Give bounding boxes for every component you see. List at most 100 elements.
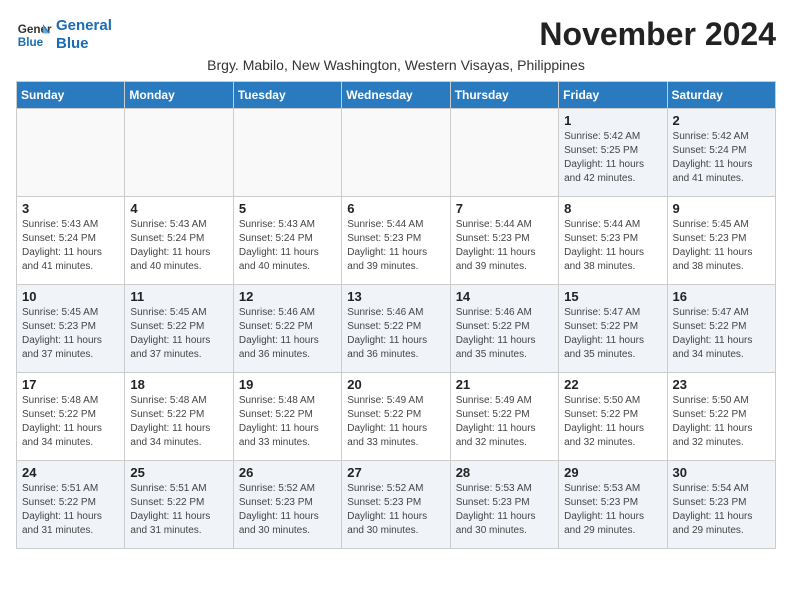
day-number: 4 (130, 201, 227, 216)
calendar-cell: 4 Sunrise: 5:43 AM Sunset: 5:24 PM Daylig… (125, 197, 233, 285)
day-info: Sunrise: 5:53 AM Sunset: 5:23 PM Dayligh… (456, 482, 553, 538)
day-info: Sunrise: 5:45 AM Sunset: 5:22 PM Dayligh… (130, 306, 227, 362)
day-number: 5 (239, 201, 336, 216)
calendar-cell: 23 Sunrise: 5:50 AM Sunset: 5:22 PM Dayli… (667, 373, 775, 461)
day-info: Sunrise: 5:46 AM Sunset: 5:22 PM Dayligh… (239, 306, 336, 362)
day-header-thursday: Thursday (450, 82, 558, 109)
calendar-week-2: 3 Sunrise: 5:43 AM Sunset: 5:24 PM Daylig… (17, 197, 776, 285)
calendar-cell: 16 Sunrise: 5:47 AM Sunset: 5:22 PM Dayli… (667, 285, 775, 373)
day-info: Sunrise: 5:47 AM Sunset: 5:22 PM Dayligh… (564, 306, 661, 362)
day-info: Sunrise: 5:52 AM Sunset: 5:23 PM Dayligh… (239, 482, 336, 538)
day-info: Sunrise: 5:42 AM Sunset: 5:24 PM Dayligh… (673, 130, 770, 186)
day-number: 13 (347, 289, 444, 304)
day-number: 12 (239, 289, 336, 304)
day-header-sunday: Sunday (17, 82, 125, 109)
day-number: 11 (130, 289, 227, 304)
calendar-cell (450, 109, 558, 197)
day-number: 27 (347, 465, 444, 480)
day-info: Sunrise: 5:47 AM Sunset: 5:22 PM Dayligh… (673, 306, 770, 362)
day-number: 3 (22, 201, 119, 216)
day-info: Sunrise: 5:44 AM Sunset: 5:23 PM Dayligh… (347, 218, 444, 274)
day-number: 9 (673, 201, 770, 216)
calendar-cell: 19Sunrise: 5:48 AM Sunset: 5:22 PM Dayli… (233, 373, 341, 461)
day-number: 25 (130, 465, 227, 480)
day-info: Sunrise: 5:51 AM Sunset: 5:22 PM Dayligh… (22, 482, 119, 538)
day-number: 16 (673, 289, 770, 304)
calendar-cell: 11 Sunrise: 5:45 AM Sunset: 5:22 PM Dayli… (125, 285, 233, 373)
day-header-wednesday: Wednesday (342, 82, 450, 109)
day-number: 14 (456, 289, 553, 304)
day-number: 29 (564, 465, 661, 480)
calendar-cell: 30 Sunrise: 5:54 AM Sunset: 5:23 PM Dayli… (667, 461, 775, 549)
calendar-cell: 28Sunrise: 5:53 AM Sunset: 5:23 PM Dayli… (450, 461, 558, 549)
day-header-saturday: Saturday (667, 82, 775, 109)
calendar-cell: 1Sunrise: 5:42 AM Sunset: 5:25 PM Daylig… (559, 109, 667, 197)
calendar-cell: 13 Sunrise: 5:46 AM Sunset: 5:22 PM Dayli… (342, 285, 450, 373)
logo-icon: General Blue (16, 17, 52, 53)
day-info: Sunrise: 5:50 AM Sunset: 5:22 PM Dayligh… (673, 394, 770, 450)
day-info: Sunrise: 5:44 AM Sunset: 5:23 PM Dayligh… (564, 218, 661, 274)
subtitle: Brgy. Mabilo, New Washington, Western Vi… (16, 57, 776, 73)
day-info: Sunrise: 5:53 AM Sunset: 5:23 PM Dayligh… (564, 482, 661, 538)
calendar-cell: 26 Sunrise: 5:52 AM Sunset: 5:23 PM Dayli… (233, 461, 341, 549)
day-info: Sunrise: 5:43 AM Sunset: 5:24 PM Dayligh… (22, 218, 119, 274)
day-info: Sunrise: 5:49 AM Sunset: 5:22 PM Dayligh… (456, 394, 553, 450)
calendar-week-1: 1Sunrise: 5:42 AM Sunset: 5:25 PM Daylig… (17, 109, 776, 197)
calendar-cell: 25 Sunrise: 5:51 AM Sunset: 5:22 PM Dayli… (125, 461, 233, 549)
calendar-cell: 15 Sunrise: 5:47 AM Sunset: 5:22 PM Dayli… (559, 285, 667, 373)
day-number: 17 (22, 377, 119, 392)
day-info: Sunrise: 5:44 AM Sunset: 5:23 PM Dayligh… (456, 218, 553, 274)
calendar-cell: 27 Sunrise: 5:52 AM Sunset: 5:23 PM Dayli… (342, 461, 450, 549)
day-info: Sunrise: 5:50 AM Sunset: 5:22 PM Dayligh… (564, 394, 661, 450)
calendar-cell: 14 Sunrise: 5:46 AM Sunset: 5:22 PM Dayli… (450, 285, 558, 373)
day-info: Sunrise: 5:43 AM Sunset: 5:24 PM Dayligh… (130, 218, 227, 274)
calendar-cell: 22 Sunrise: 5:50 AM Sunset: 5:22 PM Dayli… (559, 373, 667, 461)
day-info: Sunrise: 5:52 AM Sunset: 5:23 PM Dayligh… (347, 482, 444, 538)
calendar-cell: 3 Sunrise: 5:43 AM Sunset: 5:24 PM Daylig… (17, 197, 125, 285)
logo-text: General Blue (56, 17, 112, 53)
day-header-monday: Monday (125, 82, 233, 109)
day-header-friday: Friday (559, 82, 667, 109)
day-info: Sunrise: 5:45 AM Sunset: 5:23 PM Dayligh… (673, 218, 770, 274)
day-info: Sunrise: 5:51 AM Sunset: 5:22 PM Dayligh… (130, 482, 227, 538)
day-info: Sunrise: 5:42 AM Sunset: 5:25 PM Dayligh… (564, 130, 661, 186)
day-info: Sunrise: 5:48 AM Sunset: 5:22 PM Dayligh… (130, 394, 227, 450)
day-info: Sunrise: 5:43 AM Sunset: 5:24 PM Dayligh… (239, 218, 336, 274)
day-number: 26 (239, 465, 336, 480)
calendar-cell: 18 Sunrise: 5:48 AM Sunset: 5:22 PM Dayli… (125, 373, 233, 461)
day-number: 7 (456, 201, 553, 216)
day-number: 18 (130, 377, 227, 392)
calendar-cell: 6 Sunrise: 5:44 AM Sunset: 5:23 PM Daylig… (342, 197, 450, 285)
day-info: Sunrise: 5:46 AM Sunset: 5:22 PM Dayligh… (347, 306, 444, 362)
logo: General Blue General Blue (16, 17, 112, 53)
calendar-week-4: 17 Sunrise: 5:48 AM Sunset: 5:22 PM Dayli… (17, 373, 776, 461)
calendar-cell: 5 Sunrise: 5:43 AM Sunset: 5:24 PM Daylig… (233, 197, 341, 285)
day-info: Sunrise: 5:54 AM Sunset: 5:23 PM Dayligh… (673, 482, 770, 538)
calendar-cell: 21 Sunrise: 5:49 AM Sunset: 5:22 PM Dayli… (450, 373, 558, 461)
header: General Blue General Blue November 2024 (16, 16, 776, 53)
calendar-cell (342, 109, 450, 197)
calendar-cell: 20Sunrise: 5:49 AM Sunset: 5:22 PM Dayli… (342, 373, 450, 461)
calendar-week-3: 10 Sunrise: 5:45 AM Sunset: 5:23 PM Dayli… (17, 285, 776, 373)
day-number: 23 (673, 377, 770, 392)
day-number: 30 (673, 465, 770, 480)
day-number: 2 (673, 113, 770, 128)
day-info: Sunrise: 5:49 AM Sunset: 5:22 PM Dayligh… (347, 394, 444, 450)
calendar-cell: 17 Sunrise: 5:48 AM Sunset: 5:22 PM Dayli… (17, 373, 125, 461)
day-header-tuesday: Tuesday (233, 82, 341, 109)
day-info: Sunrise: 5:46 AM Sunset: 5:22 PM Dayligh… (456, 306, 553, 362)
day-number: 8 (564, 201, 661, 216)
day-info: Sunrise: 5:45 AM Sunset: 5:23 PM Dayligh… (22, 306, 119, 362)
day-number: 22 (564, 377, 661, 392)
calendar-cell: 10 Sunrise: 5:45 AM Sunset: 5:23 PM Dayli… (17, 285, 125, 373)
calendar-cell: 24 Sunrise: 5:51 AM Sunset: 5:22 PM Dayli… (17, 461, 125, 549)
day-number: 21 (456, 377, 553, 392)
day-number: 6 (347, 201, 444, 216)
calendar-cell: 8 Sunrise: 5:44 AM Sunset: 5:23 PM Daylig… (559, 197, 667, 285)
day-info: Sunrise: 5:48 AM Sunset: 5:22 PM Dayligh… (22, 394, 119, 450)
calendar-cell (233, 109, 341, 197)
day-number: 10 (22, 289, 119, 304)
day-number: 15 (564, 289, 661, 304)
day-number: 24 (22, 465, 119, 480)
calendar-cell: 29 Sunrise: 5:53 AM Sunset: 5:23 PM Dayli… (559, 461, 667, 549)
